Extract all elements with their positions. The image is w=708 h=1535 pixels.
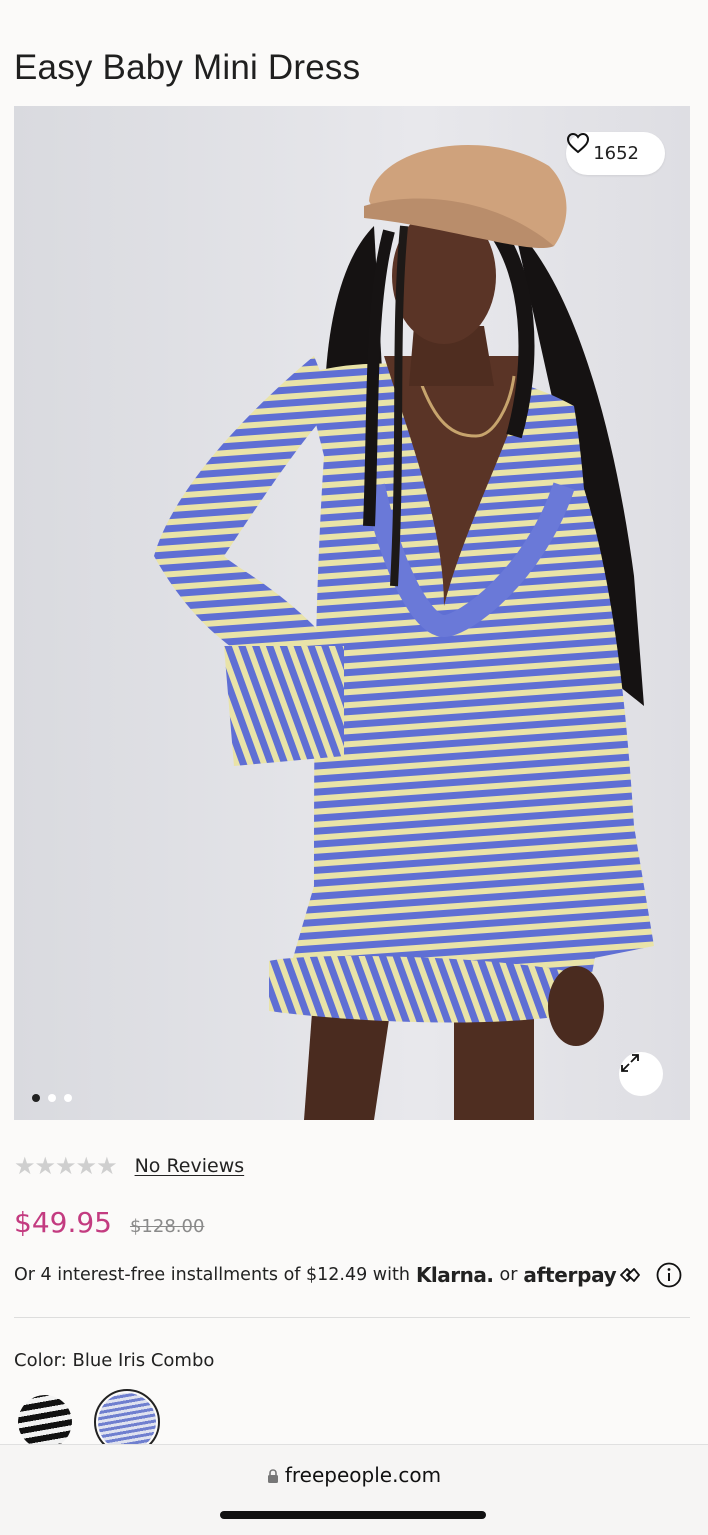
color-label: Color: Blue Iris Combo xyxy=(14,1350,215,1371)
lock-icon xyxy=(267,1469,278,1483)
heart-icon xyxy=(567,132,590,154)
divider xyxy=(14,1317,690,1318)
original-price: $128.00 xyxy=(129,1216,205,1237)
star-rating: ★★★★★ xyxy=(14,1152,118,1180)
afterpay-arrows-icon xyxy=(620,1268,641,1282)
installments-row: Or 4 interest-free installments of $12.4… xyxy=(14,1262,682,1288)
product-title: Easy Baby Mini Dress xyxy=(14,48,361,87)
info-icon[interactable] xyxy=(656,1262,682,1288)
afterpay-label: afterpay xyxy=(523,1263,617,1287)
product-photo xyxy=(14,106,690,1120)
price-row: $49.95 $128.00 xyxy=(14,1206,204,1239)
sale-price: $49.95 xyxy=(14,1206,112,1239)
klarna-logo[interactable]: Klarna. xyxy=(416,1263,494,1287)
carousel-dot[interactable] xyxy=(32,1094,40,1102)
carousel-dot[interactable] xyxy=(48,1094,56,1102)
swatch-image xyxy=(18,1395,72,1449)
carousel-indicators xyxy=(32,1094,72,1102)
rating-row: ★★★★★ No Reviews xyxy=(14,1152,244,1180)
wishlist-count: 1652 xyxy=(593,143,639,164)
installments-or: or xyxy=(499,1265,518,1285)
swatch-image xyxy=(98,1393,156,1451)
browser-address-bar[interactable]: freepeople.com xyxy=(0,1444,708,1535)
product-image[interactable]: 1652 xyxy=(14,106,690,1120)
url-display[interactable]: freepeople.com xyxy=(0,1463,708,1487)
reviews-link[interactable]: No Reviews xyxy=(135,1155,245,1177)
swatch-black-stripe[interactable] xyxy=(18,1395,72,1449)
installments-text: Or 4 interest-free installments of $12.4… xyxy=(14,1265,410,1285)
expand-image-button[interactable] xyxy=(619,1052,663,1096)
wishlist-button[interactable]: 1652 xyxy=(566,132,665,175)
home-indicator[interactable] xyxy=(220,1511,486,1519)
carousel-dot[interactable] xyxy=(64,1094,72,1102)
url-text: freepeople.com xyxy=(284,1463,442,1487)
expand-icon xyxy=(621,1054,639,1072)
afterpay-logo[interactable]: afterpay xyxy=(523,1263,641,1287)
